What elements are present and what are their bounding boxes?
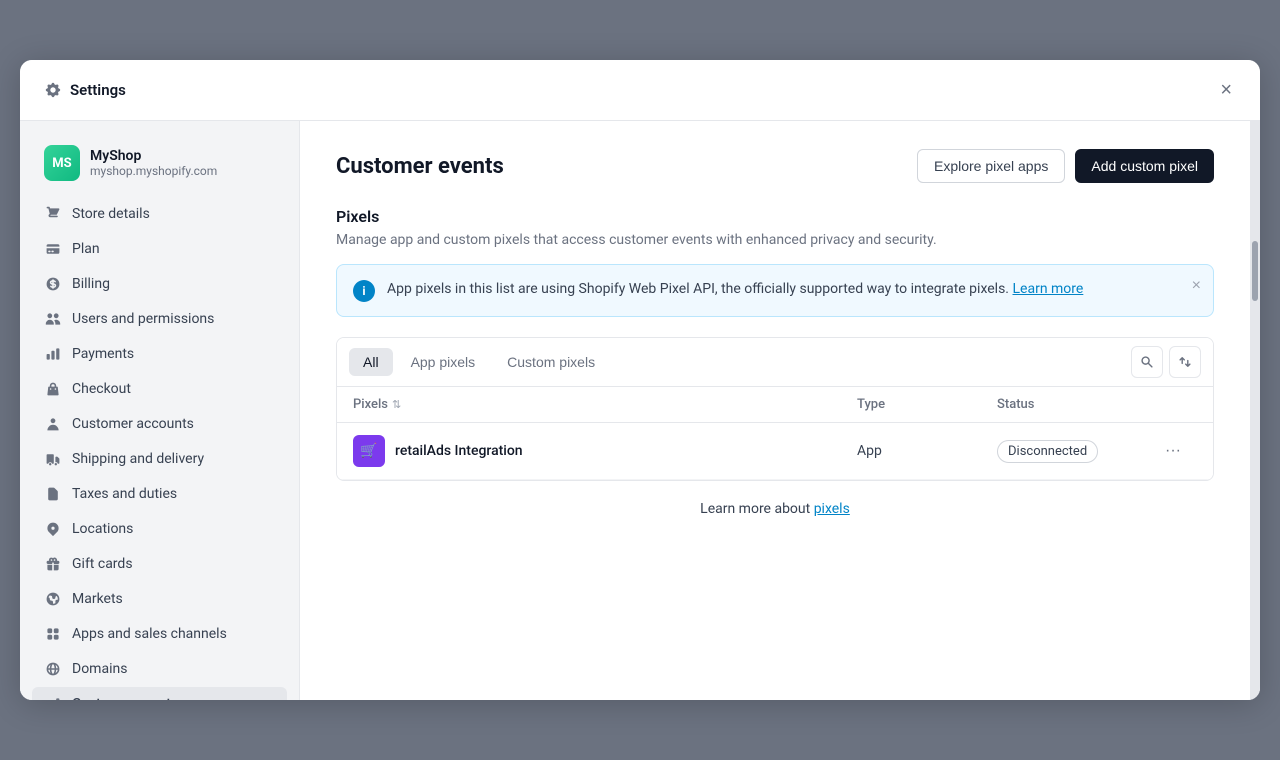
pixel-more-actions: ···	[1157, 438, 1197, 464]
pixel-app-icon: 🛒	[353, 435, 385, 467]
sidebar-item-label: Customer accounts	[72, 416, 194, 432]
locations-icon	[44, 520, 62, 538]
sidebar-item-label: Locations	[72, 521, 133, 537]
status-badge: Disconnected	[997, 440, 1098, 463]
sidebar-item-checkout[interactable]: Checkout	[32, 372, 287, 406]
sidebar-item-taxes-duties[interactable]: Taxes and duties	[32, 477, 287, 511]
pixel-info: 🛒 retailAds Integration	[353, 435, 857, 467]
store-details: MyShop myshop.myshopify.com	[90, 148, 217, 178]
shipping-icon	[44, 450, 62, 468]
users-icon	[44, 310, 62, 328]
pixels-sort-icon: ⇅	[392, 398, 401, 411]
explore-pixel-apps-button[interactable]: Explore pixel apps	[917, 149, 1065, 183]
more-options-button[interactable]: ···	[1157, 438, 1189, 464]
store-url: myshop.myshopify.com	[90, 164, 217, 178]
sidebar-item-label: Domains	[72, 661, 127, 677]
search-icon	[1140, 355, 1154, 369]
modal-header: Settings ×	[20, 60, 1260, 121]
sidebar-item-users-permissions[interactable]: Users and permissions	[32, 302, 287, 336]
header-actions: Explore pixel apps Add custom pixel	[917, 149, 1214, 183]
pixel-status-cell: Disconnected	[997, 440, 1157, 463]
learn-more-pixels-link[interactable]: pixels	[814, 501, 850, 517]
sidebar-item-label: Billing	[72, 276, 110, 292]
sidebar-item-customer-accounts[interactable]: Customer accounts	[32, 407, 287, 441]
payments-icon	[44, 345, 62, 363]
sidebar-item-label: Apps and sales channels	[72, 626, 227, 642]
table-row: 🛒 retailAds Integration App Disconnected…	[337, 423, 1213, 480]
sidebar-item-label: Payments	[72, 346, 134, 362]
col-type-header: Type	[857, 397, 997, 412]
page-title: Customer events	[336, 154, 504, 179]
customer-accounts-icon	[44, 415, 62, 433]
sort-icon	[1178, 355, 1192, 369]
sidebar: MS MyShop myshop.myshopify.com Store det…	[20, 121, 300, 700]
modal-close-button[interactable]: ×	[1216, 76, 1236, 104]
billing-icon	[44, 275, 62, 293]
sidebar-item-label: Taxes and duties	[72, 486, 177, 502]
sidebar-item-label: Customer events	[72, 696, 178, 700]
pixel-name: retailAds Integration	[395, 443, 523, 459]
banner-text: App pixels in this list are using Shopif…	[387, 279, 1083, 300]
col-status-header: Status	[997, 397, 1157, 412]
tabs-container: All App pixels Custom pixels	[336, 337, 1214, 481]
pixels-section-title: Pixels	[336, 207, 1214, 226]
info-banner: i App pixels in this list are using Shop…	[336, 264, 1214, 317]
search-button[interactable]	[1131, 346, 1163, 378]
table-header: Pixels ⇅ Type Status	[337, 387, 1213, 423]
sidebar-item-apps-sales-channels[interactable]: Apps and sales channels	[32, 617, 287, 651]
info-icon: i	[353, 280, 375, 302]
sidebar-item-shipping-delivery[interactable]: Shipping and delivery	[32, 442, 287, 476]
domains-icon	[44, 660, 62, 678]
modal-title-group: Settings	[44, 81, 126, 99]
banner-learn-more-link[interactable]: Learn more	[1013, 281, 1084, 297]
apps-icon	[44, 625, 62, 643]
sidebar-item-customer-events[interactable]: Customer events	[32, 687, 287, 700]
content-header: Customer events Explore pixel apps Add c…	[336, 149, 1214, 183]
modal-title: Settings	[70, 81, 126, 99]
plan-icon	[44, 240, 62, 258]
sidebar-item-label: Plan	[72, 241, 100, 257]
main-content: Customer events Explore pixel apps Add c…	[300, 121, 1250, 700]
modal-body: MS MyShop myshop.myshopify.com Store det…	[20, 121, 1260, 700]
sidebar-item-payments[interactable]: Payments	[32, 337, 287, 371]
scroll-thumb	[1252, 241, 1258, 301]
checkout-icon	[44, 380, 62, 398]
pixels-section-desc: Manage app and custom pixels that access…	[336, 232, 1214, 248]
scroll-track	[1250, 121, 1260, 700]
col-pixels-header[interactable]: Pixels ⇅	[353, 397, 857, 412]
markets-icon	[44, 590, 62, 608]
add-custom-pixel-button[interactable]: Add custom pixel	[1075, 149, 1214, 183]
sort-button[interactable]	[1169, 346, 1201, 378]
sidebar-item-label: Gift cards	[72, 556, 133, 572]
sidebar-item-store-details[interactable]: Store details	[32, 197, 287, 231]
sidebar-item-plan[interactable]: Plan	[32, 232, 287, 266]
banner-close-button[interactable]: ×	[1192, 277, 1201, 295]
tab-custom-pixels[interactable]: Custom pixels	[493, 348, 609, 376]
pixel-type: App	[857, 443, 997, 459]
store-info: MS MyShop myshop.myshopify.com	[32, 137, 287, 189]
events-icon	[44, 695, 62, 700]
sidebar-item-label: Users and permissions	[72, 311, 214, 327]
sidebar-item-markets[interactable]: Markets	[32, 582, 287, 616]
store-icon	[44, 205, 62, 223]
tabs-header: All App pixels Custom pixels	[337, 338, 1213, 387]
sidebar-item-label: Shipping and delivery	[72, 451, 204, 467]
sidebar-item-label: Checkout	[72, 381, 131, 397]
sidebar-item-locations[interactable]: Locations	[32, 512, 287, 546]
learn-more: Learn more about pixels	[336, 481, 1214, 537]
sidebar-item-billing[interactable]: Billing	[32, 267, 287, 301]
settings-icon	[44, 81, 62, 99]
pixels-section: Pixels Manage app and custom pixels that…	[336, 207, 1214, 537]
sidebar-item-gift-cards[interactable]: Gift cards	[32, 547, 287, 581]
sidebar-item-label: Markets	[72, 591, 123, 607]
gift-icon	[44, 555, 62, 573]
tab-all[interactable]: All	[349, 348, 393, 376]
tab-app-pixels[interactable]: App pixels	[397, 348, 490, 376]
sidebar-item-label: Store details	[72, 206, 150, 222]
store-name: MyShop	[90, 148, 217, 164]
taxes-icon	[44, 485, 62, 503]
store-avatar: MS	[44, 145, 80, 181]
tab-actions	[1131, 346, 1201, 378]
sidebar-item-domains[interactable]: Domains	[32, 652, 287, 686]
